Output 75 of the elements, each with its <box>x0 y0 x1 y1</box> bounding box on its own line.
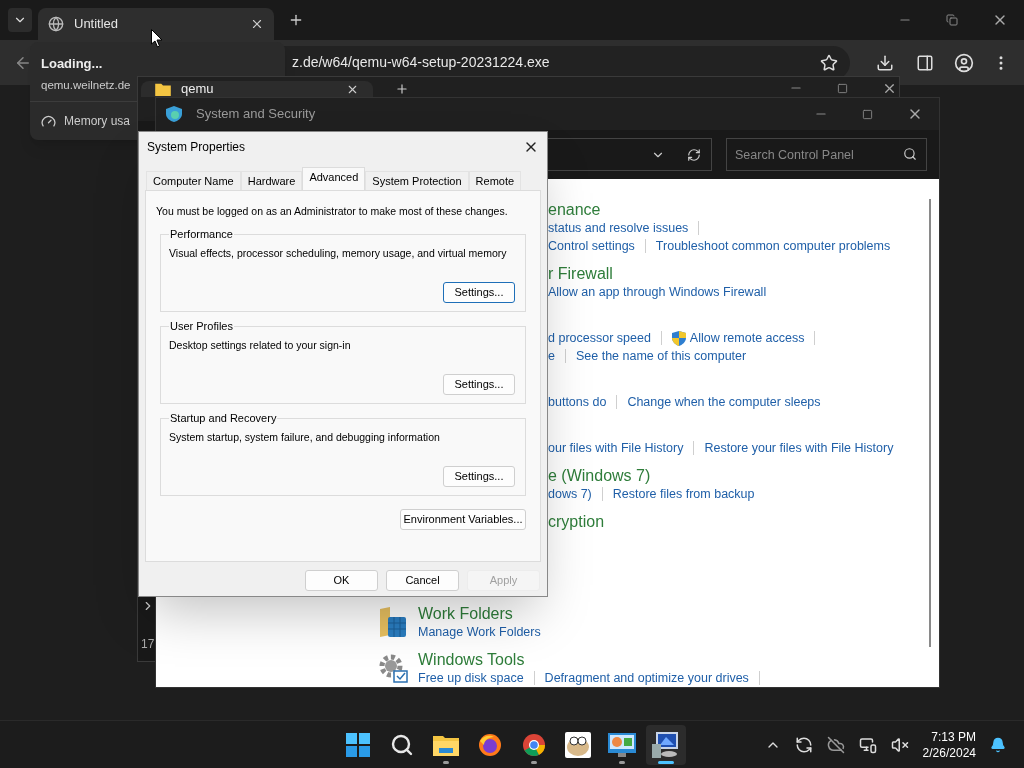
link[interactable]: Restore your files with File History <box>704 438 894 458</box>
close-icon[interactable] <box>250 17 264 31</box>
folder-icon <box>433 733 459 756</box>
dialog-tab[interactable]: System Protection <box>365 171 469 190</box>
admin-notice: You must be logged on as an Administrator to make most of these changes. <box>156 204 509 219</box>
link[interactable]: See the name of this computer <box>575 346 747 366</box>
shield-icon <box>166 106 182 123</box>
group-title: Startup and Recovery <box>169 410 278 426</box>
link[interactable]: Defragment and optimize your drives <box>544 668 749 688</box>
gauge-icon <box>41 113 56 129</box>
link[interactable]: our files with File History <box>548 438 684 458</box>
refresh-icon[interactable] <box>687 147 701 162</box>
tab-title: Untitled <box>74 15 120 34</box>
cursor-icon <box>151 29 163 48</box>
link[interactable]: e <box>548 346 555 366</box>
settings-button[interactable]: Settings... <box>443 466 515 487</box>
group-title: Performance <box>169 226 234 242</box>
group-description: Visual effects, processor scheduling, memory usage, and virtual memory <box>169 246 508 262</box>
settings-button[interactable]: Settings... <box>443 282 515 303</box>
globe-icon <box>48 16 64 32</box>
maximize-icon[interactable] <box>837 82 848 94</box>
section-heading[interactable]: cryption <box>548 510 605 534</box>
windows-logo-icon <box>346 732 370 757</box>
download-icon[interactable] <box>876 53 894 72</box>
network-icon[interactable] <box>858 735 877 754</box>
chrome-icon <box>522 732 546 757</box>
dialog-tab[interactable]: Advanced <box>302 167 366 190</box>
folder-icon <box>378 607 408 639</box>
bell-icon[interactable] <box>990 736 1006 753</box>
window-title: System and Security <box>196 105 317 124</box>
new-tab-icon[interactable] <box>288 12 304 28</box>
browser-tab[interactable]: Untitled <box>38 8 274 40</box>
dialog-title: System Properties <box>147 138 247 156</box>
explorer-tab[interactable]: qemu <box>141 81 373 97</box>
group-description: Desktop settings related to your sign-in <box>169 338 352 354</box>
group-title: User Profiles <box>169 318 234 334</box>
fox-globe-icon <box>478 732 502 757</box>
dialog-tab[interactable]: Remote <box>468 171 522 190</box>
environment-variables-button[interactable]: Environment Variables... <box>400 508 526 530</box>
search-icon <box>390 732 414 757</box>
group-description: System startup, system failure, and debugging information <box>169 430 441 446</box>
star-icon[interactable] <box>820 53 838 72</box>
restore-icon[interactable] <box>946 14 958 26</box>
card-title: Loading... <box>41 55 103 73</box>
muted-speaker-icon[interactable] <box>890 735 909 754</box>
dialog-button[interactable]: OK <box>305 570 378 591</box>
link[interactable]: buttons do <box>548 392 607 412</box>
maximize-icon[interactable] <box>862 108 873 120</box>
cloud-off-icon[interactable] <box>826 735 845 754</box>
card-url: qemu.weilnetz.de <box>41 77 131 93</box>
settings-button[interactable]: Settings... <box>443 374 515 395</box>
scrollbar[interactable] <box>929 199 931 647</box>
search-icon[interactable] <box>903 147 917 162</box>
link[interactable]: Change when the computer sleeps <box>627 392 821 412</box>
control-panel-icon <box>608 732 636 757</box>
dialog-button[interactable]: Cancel <box>386 570 459 591</box>
computer-icon <box>652 731 680 758</box>
memory-usage: Memory usa <box>64 113 131 130</box>
profile-icon[interactable] <box>954 52 974 73</box>
app-icon <box>565 731 591 758</box>
link[interactable]: Troubleshoot common computer problems <box>655 236 891 256</box>
link[interactable]: d processor speed <box>548 328 651 348</box>
link[interactable]: Allow remote access <box>689 328 805 348</box>
item-count: 17 <box>141 636 156 653</box>
new-tab-icon[interactable] <box>395 82 409 96</box>
search-field[interactable]: Search Control Panel <box>726 138 927 172</box>
sync-icon[interactable] <box>794 735 813 754</box>
gear-icon <box>378 653 408 683</box>
side-panel-icon[interactable] <box>916 53 934 72</box>
dialog-tab[interactable]: Hardware <box>240 171 303 190</box>
link[interactable]: Control settings <box>548 236 635 256</box>
tab-search-button[interactable] <box>8 8 32 32</box>
taskbar-button[interactable] <box>646 724 686 765</box>
dialog-tab[interactable]: Computer Name <box>146 171 241 190</box>
clock[interactable]: 7:13 PM 2/26/2024 <box>922 728 976 761</box>
